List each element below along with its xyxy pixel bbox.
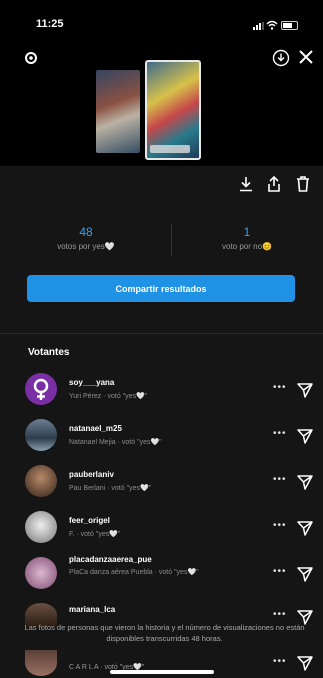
status-time: 11:25 — [36, 18, 64, 30]
voter-detail: PlaCa danza aérea Puebla · votó "yes🤍" — [69, 569, 199, 576]
send-icon[interactable] — [297, 474, 313, 490]
stat-yes-label: votos por yes🤍 — [57, 242, 115, 251]
section-divider — [0, 333, 323, 334]
send-icon[interactable] — [297, 655, 313, 671]
voters-section-title: Votantes — [28, 347, 70, 358]
gear-icon[interactable] — [24, 51, 38, 65]
send-icon[interactable] — [297, 566, 313, 582]
send-icon[interactable] — [297, 520, 313, 536]
voter-row[interactable]: placadanzaaerea_pue PlaCa danza aérea Pu… — [0, 551, 323, 601]
stat-no-label: voto por no😊 — [222, 242, 272, 251]
more-options-icon[interactable]: ••• — [273, 382, 287, 393]
voter-detail: Pau Berlani · votó "yes🤍" — [69, 485, 152, 492]
voter-row[interactable]: soy___yana Yuri Pérez · votó "yes🤍" ••• — [0, 367, 323, 413]
poll-sticker-preview — [150, 145, 190, 153]
avatar — [25, 650, 57, 676]
trash-icon[interactable] — [294, 175, 312, 193]
battery-icon — [281, 21, 298, 30]
avatar — [25, 465, 57, 497]
stat-no-count: 1 — [243, 225, 251, 239]
voter-row[interactable]: natanael_m25 Natanael Mejia · votó "yes🤍… — [0, 413, 323, 459]
more-options-icon[interactable]: ••• — [273, 609, 287, 620]
voter-username[interactable]: soy___yana — [69, 378, 114, 387]
avatar — [25, 557, 57, 589]
share-results-button[interactable]: Compartir resultados — [27, 275, 295, 302]
voter-username[interactable]: placadanzaaerea_pue — [69, 555, 152, 564]
signal-icon — [253, 22, 264, 30]
download-circle-icon[interactable] — [272, 49, 290, 67]
voter-detail: F. · votó "yes🤍" — [69, 531, 121, 538]
voter-detail: Yuri Pérez · votó "yes🤍" — [69, 393, 148, 400]
close-icon[interactable] — [298, 49, 314, 65]
expiry-notice: Las fotos de personas que vieron la hist… — [24, 623, 305, 643]
voter-username[interactable]: natanael_m25 — [69, 424, 122, 433]
more-options-icon[interactable]: ••• — [273, 474, 287, 485]
more-options-icon[interactable]: ••• — [273, 656, 287, 667]
share-icon[interactable] — [265, 175, 283, 193]
avatar — [25, 511, 57, 543]
stats-divider — [171, 224, 172, 256]
voter-detail: Natanael Mejia · votó "yes🤍" — [69, 439, 162, 446]
more-options-icon[interactable]: ••• — [273, 566, 287, 577]
more-options-icon[interactable]: ••• — [273, 520, 287, 531]
voter-row[interactable]: feer_origel F. · votó "yes🤍" ••• — [0, 505, 323, 551]
more-options-icon[interactable]: ••• — [273, 428, 287, 439]
avatar — [25, 419, 57, 451]
avatar — [25, 373, 57, 405]
voter-username[interactable]: feer_origel — [69, 516, 110, 525]
voter-username[interactable]: pauberlaniv — [69, 470, 114, 479]
stat-yes-count: 48 — [79, 225, 93, 239]
voter-username[interactable]: mariana_lca — [69, 605, 115, 614]
download-icon[interactable] — [237, 175, 255, 193]
send-icon[interactable] — [297, 428, 313, 444]
female-symbol-icon — [33, 378, 49, 400]
wifi-icon — [266, 20, 278, 30]
home-indicator[interactable] — [110, 670, 214, 674]
send-icon[interactable] — [297, 382, 313, 398]
voter-row[interactable]: pauberlaniv Pau Berlani · votó "yes🤍" ••… — [0, 459, 323, 505]
story-thumbnail-previous[interactable] — [96, 70, 140, 153]
